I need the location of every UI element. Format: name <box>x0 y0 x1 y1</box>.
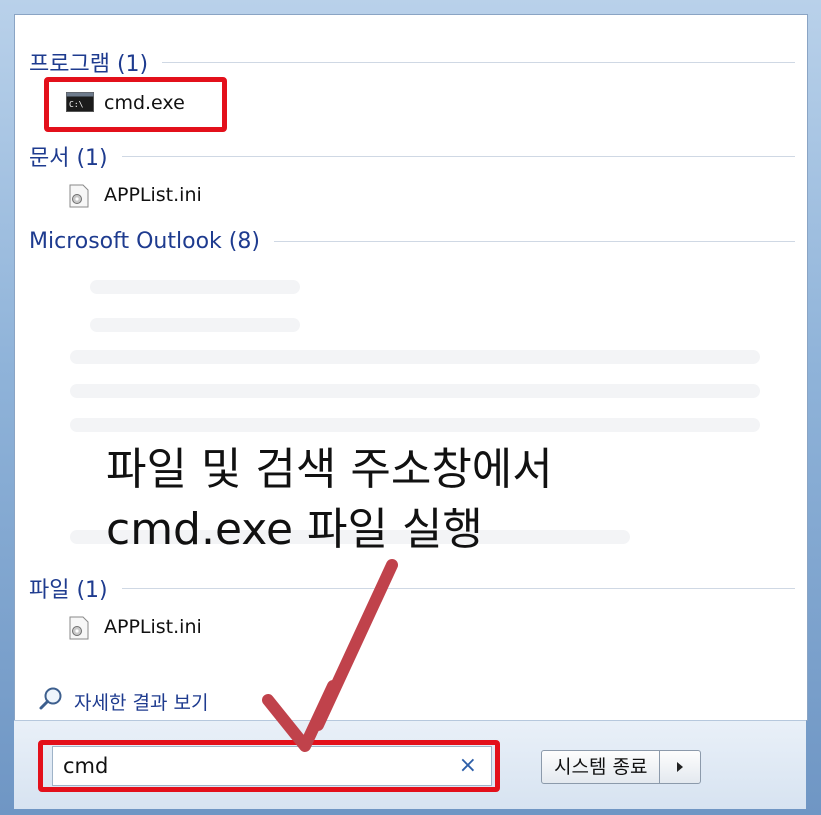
annotation-arrow <box>262 559 398 752</box>
